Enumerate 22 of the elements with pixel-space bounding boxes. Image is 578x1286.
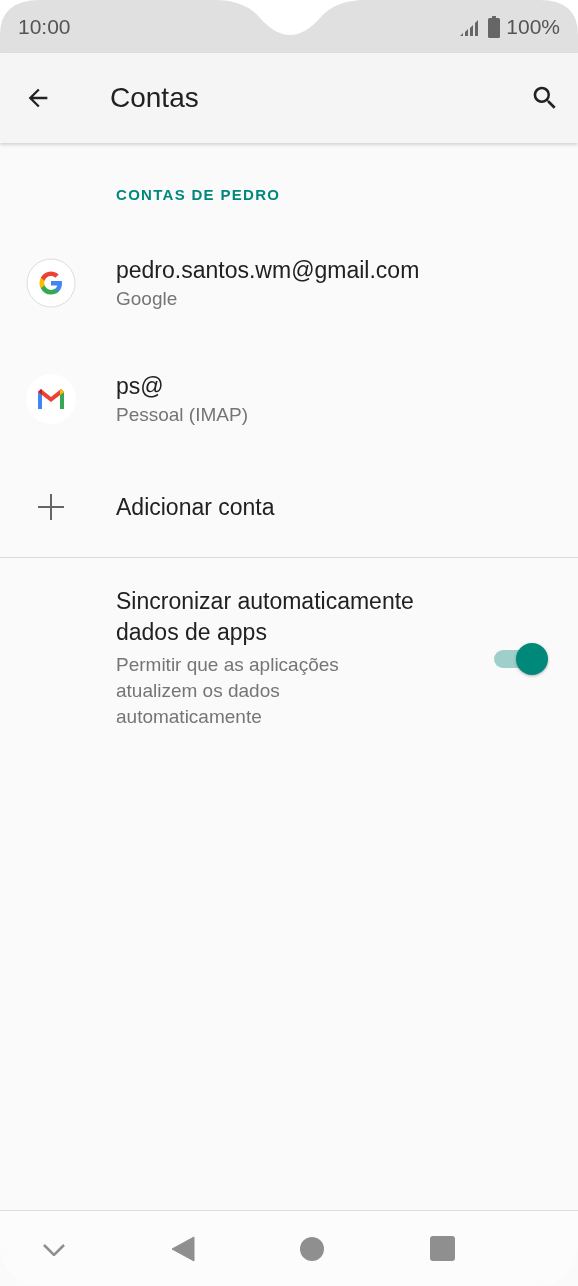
battery-level: 100%: [506, 14, 560, 39]
account-item[interactable]: ps@ Pessoal (IMAP): [0, 341, 578, 457]
add-account-item[interactable]: Adicionar conta: [0, 457, 578, 557]
page-title: Contas: [110, 82, 200, 114]
battery-icon: [488, 15, 501, 38]
account-item[interactable]: pedro.santos.wm@gmail.com Google: [0, 225, 578, 341]
add-account-label: Adicionar conta: [116, 493, 275, 521]
account-name: ps@: [116, 372, 165, 400]
status-time: 10:00: [18, 14, 71, 39]
google-logo-icon: [26, 258, 76, 308]
account-type: Pessoal (IMAP): [116, 403, 248, 426]
chevron-down-icon[interactable]: [42, 1241, 65, 1256]
account-type: Google: [116, 287, 179, 310]
section-header: CONTAS DE PEDRO: [116, 186, 282, 203]
sync-toggle[interactable]: [492, 642, 548, 674]
account-name: pedro.santos.wm@gmail.com: [116, 256, 420, 284]
back-triangle-icon[interactable]: [170, 1235, 195, 1262]
recents-square-icon[interactable]: [430, 1236, 456, 1261]
sync-summary: Permitir que as aplicações atualizem os dados automaticamente: [116, 653, 340, 729]
home-circle-icon[interactable]: [300, 1236, 325, 1261]
plus-icon: [38, 494, 64, 520]
sync-title: Sincronizar automaticamente dados de apps: [116, 587, 415, 647]
